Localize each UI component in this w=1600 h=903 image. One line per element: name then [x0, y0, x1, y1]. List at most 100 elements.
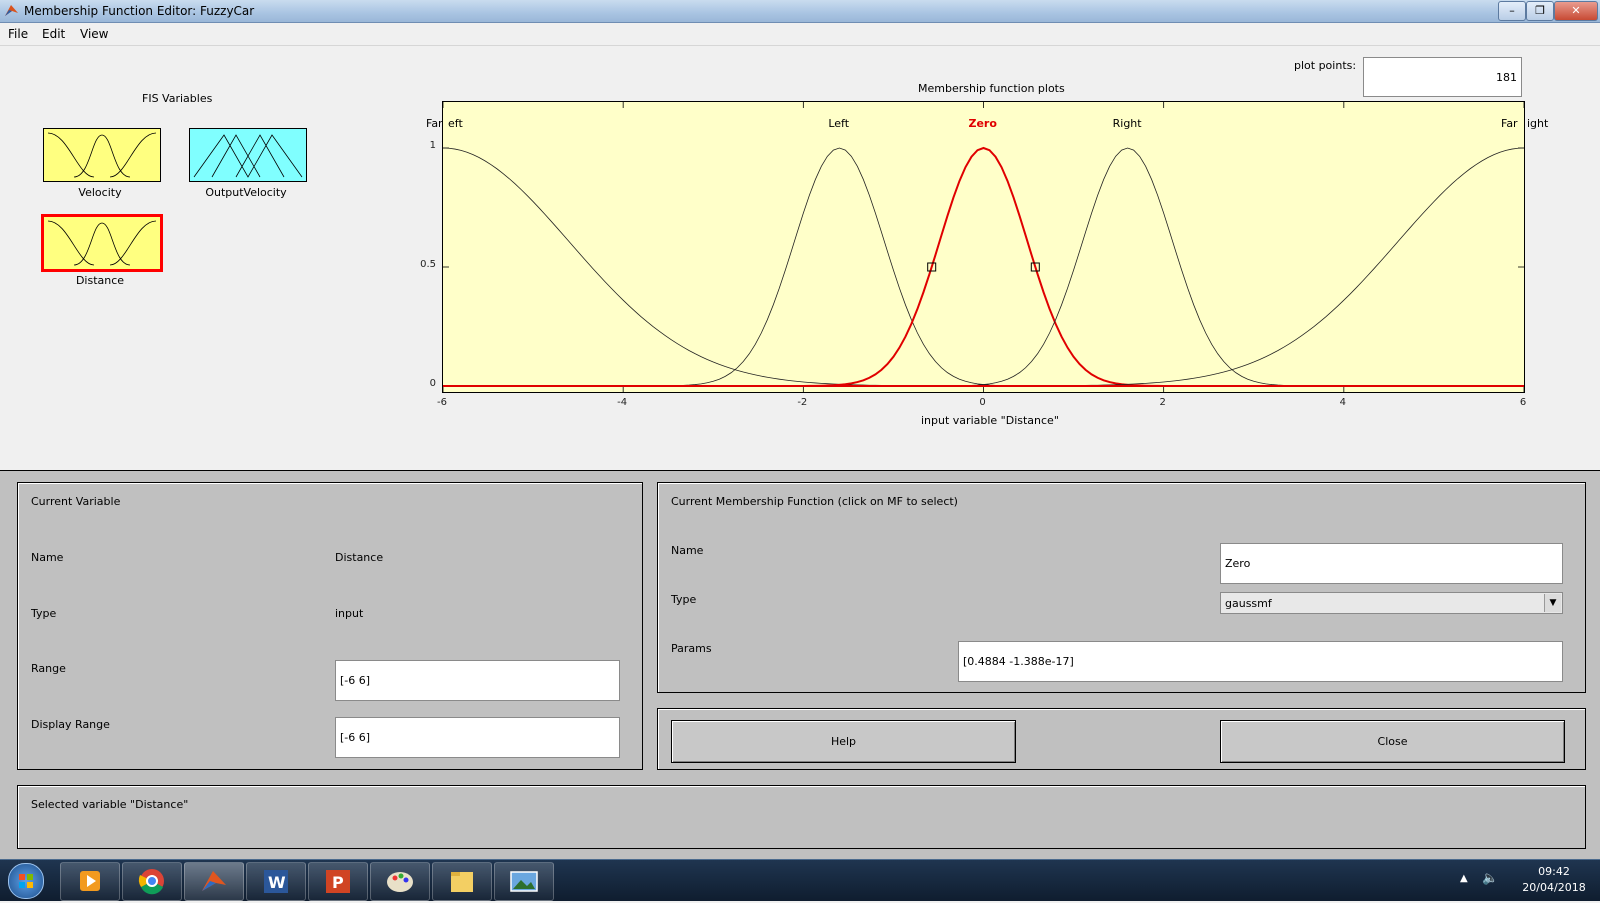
mf-curve-right — [443, 147, 1524, 387]
mf-curve-left — [443, 147, 1524, 387]
menu-view[interactable]: View — [80, 27, 108, 41]
restore-icon: ❐ — [1535, 4, 1545, 17]
chrome-icon — [138, 869, 164, 895]
mf-label: Right — [1112, 117, 1142, 130]
mf-curve-farright — [443, 147, 1525, 387]
taskbar-explorer[interactable] — [432, 862, 492, 901]
params-label: Params — [671, 642, 712, 655]
status-text: Selected variable "Distance" — [31, 798, 189, 811]
powerpoint-icon: P — [326, 870, 350, 893]
taskbar-chrome[interactable] — [122, 862, 182, 901]
fis-variable-outputvelocity[interactable] — [189, 128, 307, 182]
mf-name-label: Name — [671, 544, 704, 557]
current-mf-heading: Current Membership Function (click on MF… — [671, 495, 958, 508]
paint-palette-icon — [387, 872, 413, 892]
matlab-app-icon — [5, 5, 18, 16]
x-axis-label: input variable "Distance" — [921, 414, 1059, 427]
y-tick-label: 0 — [429, 378, 436, 389]
mf-label: Far — [426, 117, 443, 130]
taskbar-word[interactable]: W — [246, 862, 306, 901]
speaker-icon[interactable]: 🔈 — [1482, 871, 1498, 886]
mf-label: ight — [1527, 117, 1549, 130]
windows-logo-icon — [19, 874, 33, 888]
taskbar-powerpoint[interactable]: P — [308, 862, 368, 901]
help-button[interactable]: Help — [671, 720, 1016, 763]
current-variable-panel: Current Variable Name Distance Type inpu… — [17, 482, 643, 770]
svg-text:P: P — [332, 873, 344, 892]
tray-arrow-icon[interactable]: ▲ — [1460, 873, 1468, 884]
x-tick-label: 4 — [1339, 397, 1347, 408]
taskbar: W P ▲ 🔈 09:42 20/04/2018 — [0, 859, 1600, 901]
fis-variable-label: Velocity — [78, 186, 122, 199]
window-title: Membership Function Editor: FuzzyCar — [24, 4, 255, 18]
display-range-value: [-6 6] — [340, 731, 371, 744]
lower-panel: Current Variable Name Distance Type inpu… — [0, 470, 1600, 860]
plot-points-value: 181 — [1496, 70, 1517, 84]
range-input[interactable]: [-6 6] — [335, 660, 620, 701]
x-tick-label: -4 — [617, 397, 628, 408]
triangular-mf-icon — [193, 134, 303, 178]
button-panel: Help Close — [657, 708, 1586, 770]
close-button-label: Close — [1377, 735, 1408, 748]
plot-title: Membership function plots — [918, 82, 1065, 95]
mf-preview-icon — [47, 132, 157, 178]
mf-label: eft — [448, 117, 463, 130]
mf-label: Far — [1501, 117, 1518, 130]
minimize-icon: – — [1509, 4, 1515, 17]
fis-variable-distance[interactable] — [41, 214, 163, 272]
start-button[interactable] — [8, 863, 44, 899]
membership-plot-svg[interactable] — [442, 102, 1525, 392]
close-button[interactable]: Close — [1220, 720, 1565, 763]
media-player-icon — [80, 871, 100, 891]
menu-file[interactable]: File — [8, 27, 28, 41]
fis-variable-label: Distance — [75, 274, 125, 287]
photo-viewer-icon — [510, 871, 538, 892]
mf-type-value: gaussmf — [1225, 596, 1272, 610]
x-tick-label: -2 — [797, 397, 808, 408]
dropdown-arrow-icon[interactable]: ▼ — [1544, 594, 1561, 612]
title-bar: Membership Function Editor: FuzzyCar – ❐… — [0, 0, 1600, 23]
minimize-button[interactable]: – — [1498, 1, 1526, 21]
membership-plot[interactable] — [442, 101, 1525, 393]
mf-type-select[interactable]: gaussmf ▼ — [1220, 592, 1563, 614]
mf-name-input[interactable]: Zero — [1220, 543, 1563, 584]
x-tick-label: 6 — [1519, 397, 1527, 408]
fis-variable-velocity[interactable] — [43, 128, 161, 182]
mf-preview-icon — [47, 220, 157, 266]
taskbar-photo-viewer[interactable] — [494, 862, 554, 901]
close-icon: ✕ — [1571, 4, 1581, 17]
x-tick-label: 2 — [1159, 397, 1166, 408]
folder-icon — [451, 872, 473, 892]
clock-time[interactable]: 09:42 — [1524, 865, 1584, 878]
x-tick-label: -6 — [437, 397, 447, 408]
menu-edit[interactable]: Edit — [42, 27, 65, 41]
params-value: [0.4884 -1.388e-17] — [963, 655, 1074, 668]
display-range-input[interactable]: [-6 6] — [335, 717, 620, 758]
taskbar-matlab[interactable] — [184, 862, 244, 901]
y-tick-label: 0.5 — [420, 259, 436, 270]
params-input[interactable]: [0.4884 -1.388e-17] — [958, 641, 1563, 682]
variable-name-value: Distance — [335, 551, 384, 564]
plot-points-label: plot points: — [1294, 59, 1357, 72]
taskbar-media-player[interactable] — [60, 862, 120, 901]
mf-label: Left — [828, 117, 850, 130]
clock-date[interactable]: 20/04/2018 — [1512, 881, 1596, 894]
maximize-button[interactable]: ❐ — [1526, 1, 1554, 21]
matlab-icon — [202, 871, 226, 891]
svg-text:W: W — [268, 873, 286, 892]
variable-type-value: input — [335, 607, 364, 620]
mf-curve-farleft — [442, 147, 1524, 387]
x-tick-label: 0 — [979, 397, 986, 408]
mf-curve-zero — [443, 146, 1524, 387]
range-value: [-6 6] — [340, 674, 371, 687]
mf-name-value: Zero — [1225, 557, 1251, 570]
help-button-label: Help — [830, 735, 857, 748]
close-window-button[interactable]: ✕ — [1554, 1, 1598, 21]
y-tick-label: 1 — [429, 140, 436, 151]
status-panel: Selected variable "Distance" — [17, 785, 1586, 849]
plot-points-input[interactable]: 181 — [1363, 57, 1522, 97]
variable-type-label: Type — [31, 607, 57, 620]
menu-bar: File Edit View — [0, 23, 1600, 46]
fis-variable-label: OutputVelocity — [205, 186, 287, 199]
taskbar-paint[interactable] — [370, 862, 430, 901]
